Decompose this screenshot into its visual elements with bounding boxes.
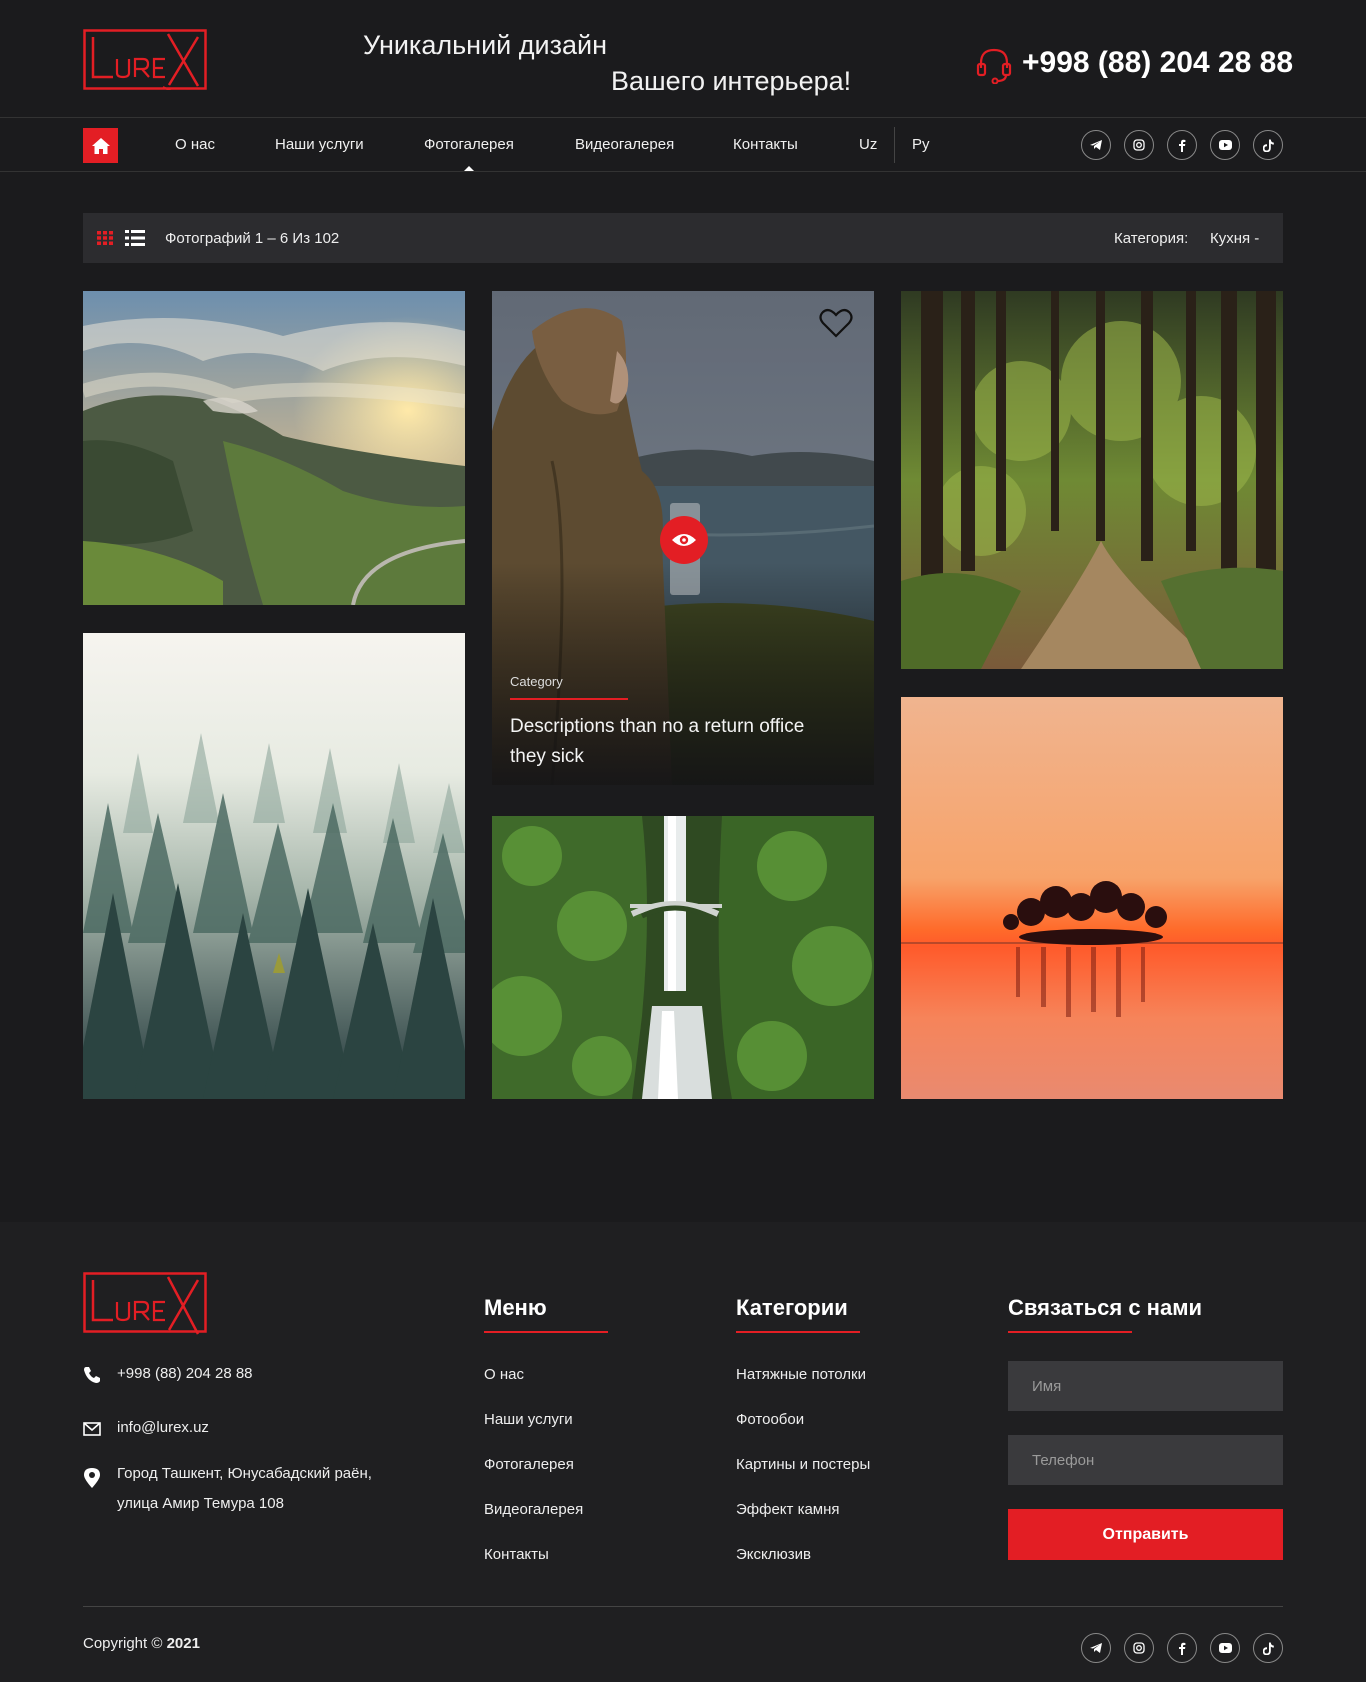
category-select[interactable]: Кухня - (1210, 230, 1259, 247)
grid-view-icon[interactable] (97, 231, 113, 245)
footer-category-photo-wallpaper[interactable]: Фотообои (736, 1411, 804, 1428)
tagline-line1: Уникальний дизайн (363, 30, 607, 60)
nav-item-contacts[interactable]: Контакты (733, 136, 798, 153)
forest-path-image (901, 291, 1283, 669)
category-label: Категория: (1114, 230, 1189, 247)
footer: +998 (88) 204 28 88 info@lurex.uz Город … (0, 1222, 1366, 1682)
gallery-photo-sunset[interactable] (901, 697, 1283, 1099)
facebook-button[interactable] (1167, 130, 1197, 160)
footer-categories-heading: Категории (736, 1295, 848, 1320)
footer-contact-heading: Связаться с нами (1008, 1295, 1202, 1320)
sunset-island-image (901, 697, 1283, 1099)
footer-menu-about[interactable]: О нас (484, 1366, 524, 1383)
footer-menu-contacts[interactable]: Контакты (484, 1546, 549, 1563)
misty-forest-image (83, 633, 465, 1099)
categories-heading-underline (736, 1331, 860, 1333)
tiktok-icon (1262, 1642, 1274, 1655)
facebook-icon (1179, 1642, 1186, 1655)
address-line2: улица Амир Темура 108 (117, 1495, 284, 1512)
facebook-icon (1179, 139, 1186, 152)
address-line1: Город Ташкент, Юнусабадский раён, (117, 1465, 372, 1482)
footer-category-paintings-posters[interactable]: Картины и постеры (736, 1456, 870, 1473)
nav-item-services[interactable]: Наши услуги (275, 136, 364, 153)
footer-menu-video-gallery[interactable]: Видеогалерея (484, 1501, 583, 1518)
gallery-photo-featured[interactable]: Category Descriptions than no a return o… (492, 291, 874, 785)
menu-heading-underline (484, 1331, 608, 1333)
home-icon (91, 137, 110, 154)
footer-menu-heading: Меню (484, 1295, 547, 1320)
footer-category-stretch-ceilings[interactable]: Натяжные потолки (736, 1366, 866, 1383)
photo-count: Фотографий 1 – 6 Из 102 (165, 230, 340, 247)
contact-heading-underline (1008, 1331, 1132, 1333)
eye-icon (672, 534, 696, 546)
header: Уникальний дизайн Вашего интерьера! +998… (0, 0, 1366, 118)
mountain-landscape-image (83, 291, 465, 605)
instagram-icon (1133, 1642, 1145, 1654)
footer-phone[interactable]: +998 (88) 204 28 88 (117, 1359, 253, 1389)
list-view-icon[interactable] (125, 230, 145, 246)
favorite-heart-icon[interactable] (819, 308, 853, 338)
gallery-photo-mountains[interactable] (83, 291, 465, 605)
submit-button[interactable]: Отправить (1008, 1509, 1283, 1560)
youtube-button[interactable] (1210, 130, 1240, 160)
tiktok-icon (1262, 139, 1274, 152)
footer-email[interactable]: info@lurex.uz (117, 1413, 209, 1443)
footer-tiktok-button[interactable] (1253, 1633, 1283, 1663)
name-field[interactable] (1008, 1361, 1283, 1411)
view-photo-button[interactable] (660, 516, 708, 564)
location-pin-icon (84, 1468, 100, 1488)
copyright-year: 2021 (166, 1635, 200, 1652)
copyright: Copyright © 2021 (83, 1635, 200, 1652)
tiktok-button[interactable] (1253, 130, 1283, 160)
footer-address: Город Ташкент, Юнусабадский раён, улица … (117, 1459, 372, 1519)
headset-icon (976, 48, 1012, 84)
nav-divider (894, 127, 895, 163)
lurex-logo-icon (83, 29, 207, 93)
main-nav: О нас Наши услуги Фотогалерея Видеогалер… (0, 119, 1366, 172)
email-icon (83, 1422, 101, 1436)
footer-divider (83, 1606, 1283, 1607)
gallery-photo-misty-forest[interactable] (83, 633, 465, 1099)
footer-menu-services[interactable]: Наши услуги (484, 1411, 573, 1428)
waterfall-image (492, 816, 874, 1099)
featured-category: Category (510, 674, 563, 689)
lang-ru[interactable]: Ру (912, 136, 930, 153)
nav-item-video-gallery[interactable]: Видеогалерея (575, 136, 674, 153)
telegram-icon (1090, 1643, 1102, 1653)
footer-facebook-button[interactable] (1167, 1633, 1197, 1663)
nav-active-indicator (464, 166, 474, 171)
phone-icon (84, 1367, 100, 1383)
gallery-photo-forest-path[interactable] (901, 291, 1283, 669)
featured-description: Descriptions than no a return office the… (510, 716, 805, 767)
gallery-photo-waterfall[interactable] (492, 816, 874, 1099)
gallery-toolbar: Фотографий 1 – 6 Из 102 Категория: Кухня… (83, 213, 1283, 263)
copyright-prefix: Copyright © (83, 1635, 163, 1652)
page: Уникальний дизайн Вашего интерьера! +998… (0, 0, 1366, 1682)
footer-youtube-button[interactable] (1210, 1633, 1240, 1663)
footer-logo[interactable] (83, 1272, 207, 1337)
footer-telegram-button[interactable] (1081, 1633, 1111, 1663)
instagram-icon (1133, 139, 1145, 151)
telegram-button[interactable] (1081, 130, 1111, 160)
telegram-icon (1090, 140, 1102, 150)
logo[interactable] (83, 29, 207, 93)
footer-menu-photo-gallery[interactable]: Фотогалерея (484, 1456, 574, 1473)
instagram-button[interactable] (1124, 130, 1154, 160)
youtube-icon (1218, 140, 1232, 150)
header-phone[interactable]: +998 (88) 204 28 88 (1022, 46, 1293, 80)
footer-category-exclusive[interactable]: Эксклюзив (736, 1546, 811, 1563)
lurex-logo-icon (83, 1272, 207, 1335)
home-button[interactable] (83, 128, 118, 163)
nav-item-about[interactable]: О нас (175, 136, 215, 153)
nav-item-photo-gallery[interactable]: Фотогалерея (424, 136, 514, 153)
lang-uz[interactable]: Uz (859, 136, 877, 153)
featured-underline (510, 698, 628, 700)
youtube-icon (1218, 1643, 1232, 1653)
footer-instagram-button[interactable] (1124, 1633, 1154, 1663)
footer-category-stone-effect[interactable]: Эффект камня (736, 1501, 840, 1518)
tagline-line2: Вашего интерьера! (611, 66, 852, 96)
phone-field[interactable] (1008, 1435, 1283, 1485)
